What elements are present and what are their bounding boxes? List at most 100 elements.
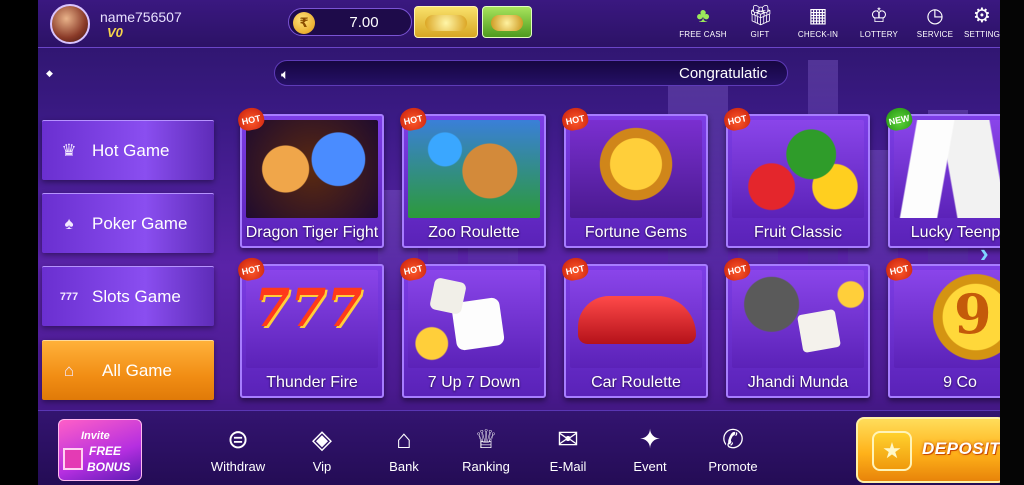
fruit-classic-art xyxy=(732,120,864,218)
top-bar: name756507 V0 ₹ 7.00 ♣ FREE CASH 🎁︎ GIFT… xyxy=(38,0,1000,48)
deposit-label: DEPOSIT xyxy=(922,439,1000,458)
nav-withdraw[interactable]: ⊜ Withdraw xyxy=(206,423,270,479)
game-lobby-screen: name756507 V0 ₹ 7.00 ♣ FREE CASH 🎁︎ GIFT… xyxy=(38,0,1000,485)
game-title: Dragon Tiger Fight xyxy=(245,224,379,241)
ranking-trophy-icon: ♕ xyxy=(474,424,498,454)
jhandi-munda-art xyxy=(732,270,864,368)
category-label: All Game xyxy=(102,361,172,380)
gift-box-icon xyxy=(63,448,83,470)
promote-icon: ✆ xyxy=(722,424,744,454)
nav-label: Event xyxy=(633,459,667,474)
game-card-zoo-roulette[interactable]: Zoo Roulette xyxy=(402,114,546,248)
game-card-fortune-gems[interactable]: Fortune Gems xyxy=(564,114,708,248)
game-title: Fruit Classic xyxy=(753,224,842,241)
zoo-roulette-art xyxy=(408,120,540,218)
service-button[interactable]: ◷ SERVICE xyxy=(910,4,960,44)
setting-icon: ⚙ xyxy=(973,5,991,27)
service-label: SERVICE xyxy=(916,30,954,39)
invite-line-1: Invite xyxy=(81,430,110,442)
game-card-9-coins[interactable]: 9 9 Co xyxy=(888,264,1000,398)
nav-email[interactable]: ✉ E-Mail xyxy=(542,423,594,479)
home-icon: ⌂ xyxy=(63,361,75,380)
gift-label: GIFT xyxy=(750,30,770,39)
setting-button[interactable]: ⚙ SETTING xyxy=(964,4,1000,44)
game-title: Car Roulette xyxy=(591,374,681,391)
dragon-tiger-art xyxy=(246,120,378,218)
category-hot-game[interactable]: ♛ Hot Game xyxy=(42,120,214,180)
poker-chip-icon: ♠ xyxy=(64,214,74,233)
avatar[interactable] xyxy=(50,4,90,44)
announcement-marquee: 🔈︎ Congratulatic xyxy=(274,60,788,86)
free-cash-icon: ♣ xyxy=(696,5,710,27)
invite-line-2: FREE xyxy=(89,444,122,458)
nav-label: Vip xyxy=(312,459,332,474)
lottery-label: LOTTERY xyxy=(859,30,899,39)
category-all-game[interactable]: ⌂ All Game xyxy=(42,340,214,400)
balance-value: 7.00 xyxy=(349,14,379,31)
vip-level-badge: V0 xyxy=(107,25,123,40)
game-card-dragon-tiger-fight[interactable]: Dragon Tiger Fight xyxy=(240,114,384,248)
bank-icon: ⌂ xyxy=(396,424,412,454)
invite-line-3: BONUS xyxy=(87,460,131,474)
nav-label: Bank xyxy=(389,459,419,474)
nav-promote[interactable]: ✆ Promote xyxy=(702,423,764,479)
game-card-jhandi-munda[interactable]: Jhandi Munda xyxy=(726,264,870,398)
game-card-7-up-7-down[interactable]: 7 Up 7 Down xyxy=(402,264,546,398)
check-in-button[interactable]: ▦ CHECK-IN xyxy=(790,4,846,44)
category-label: Slots Game xyxy=(92,287,181,306)
setting-label: SETTING xyxy=(964,30,1000,39)
email-icon: ✉ xyxy=(557,424,579,454)
service-icon: ◷ xyxy=(926,5,944,27)
screen-edge xyxy=(1000,0,1024,485)
free-cash-button[interactable]: ♣ FREE CASH xyxy=(674,4,732,44)
game-title: Zoo Roulette xyxy=(428,224,520,241)
category-poker-game[interactable]: ♠ Poker Game xyxy=(42,193,214,253)
lottery-button[interactable]: ♔ LOTTERY xyxy=(852,4,906,44)
category-label: Poker Game xyxy=(92,214,188,233)
game-card-car-roulette[interactable]: Car Roulette xyxy=(564,264,708,398)
game-card-lucky-teenpatti[interactable]: Lucky Teenpa xyxy=(888,114,1000,248)
thunder-fire-art: 777 xyxy=(246,270,378,368)
category-label: Hot Game xyxy=(92,141,170,160)
check-in-icon: ▦ xyxy=(808,5,828,27)
slots-777-icon: 777 xyxy=(59,291,79,303)
rupee-coin-icon: ₹ xyxy=(293,12,315,34)
event-star-icon: ✦ xyxy=(639,424,661,454)
withdraw-icon: ⊜ xyxy=(227,424,249,454)
game-title: Thunder Fire xyxy=(266,374,358,391)
deposit-button[interactable]: ★ DEPOSIT xyxy=(856,417,1000,483)
nav-label: Promote xyxy=(708,459,758,474)
gift-button[interactable]: 🎁︎ GIFT xyxy=(738,4,782,44)
free-cash-label: FREE CASH xyxy=(679,30,727,39)
nav-event[interactable]: ✦ Event xyxy=(624,423,676,479)
invite-free-bonus-button[interactable]: Invite FREE BONUS xyxy=(58,419,142,481)
nav-vip[interactable]: ◈ Vip xyxy=(296,423,348,479)
balance-display[interactable]: ₹ 7.00 xyxy=(288,8,412,36)
lottery-icon: ♔ xyxy=(870,5,888,27)
marquee-text: Congratulatic xyxy=(679,65,768,82)
shopping-bag-icon: ★ xyxy=(872,431,912,471)
red-car-art xyxy=(570,270,702,368)
crown-icon: ♛ xyxy=(61,141,77,160)
dice-art xyxy=(408,270,540,368)
recharge-banner-gold[interactable] xyxy=(414,6,478,38)
nav-ranking[interactable]: ♕ Ranking xyxy=(456,423,516,479)
game-title: 9 Co xyxy=(943,374,977,391)
nav-bank[interactable]: ⌂ Bank xyxy=(378,423,430,479)
game-title: Jhandi Munda xyxy=(747,374,849,391)
game-card-fruit-classic[interactable]: Fruit Classic xyxy=(726,114,870,248)
game-title: Fortune Gems xyxy=(584,224,688,241)
fortune-gems-art xyxy=(570,120,702,218)
recharge-banner-green[interactable] xyxy=(482,6,532,38)
game-title: 7 Up 7 Down xyxy=(427,374,521,391)
diamond-icon: ◆ xyxy=(46,68,53,78)
category-slots-game[interactable]: 777 Slots Game xyxy=(42,266,214,326)
nav-label: Ranking xyxy=(462,459,510,474)
nine-coins-art: 9 xyxy=(894,270,1000,368)
scroll-right-arrow-icon[interactable]: › xyxy=(980,238,989,269)
nav-label: E-Mail xyxy=(549,459,587,474)
check-in-label: CHECK-IN xyxy=(797,30,839,39)
game-card-thunder-fire[interactable]: 777 Thunder Fire xyxy=(240,264,384,398)
gift-icon: 🎁︎ xyxy=(748,5,774,27)
vip-diamond-icon: ◈ xyxy=(312,424,332,454)
